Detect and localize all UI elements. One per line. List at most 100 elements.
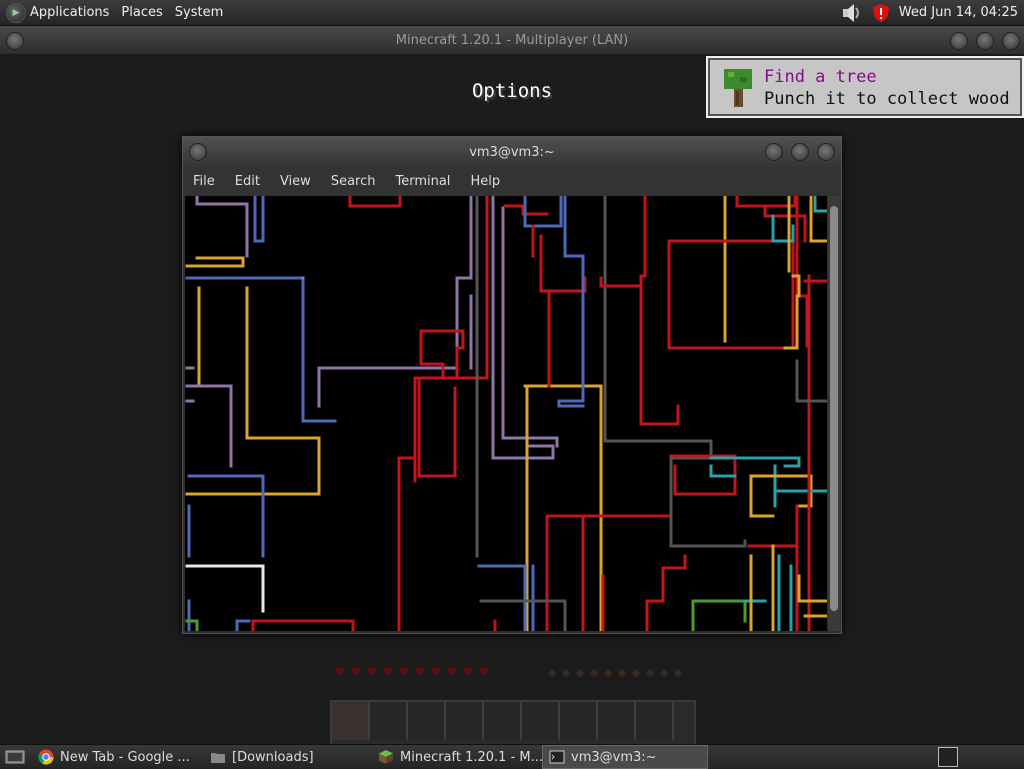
pipe-segment: [195, 196, 249, 243]
folder-icon: [211, 753, 225, 763]
pipe-segment: [235, 619, 251, 631]
terminal-scroll-thumb[interactable]: [830, 206, 838, 611]
window-menu-icon[interactable]: [6, 32, 24, 50]
system-tray: Wed Jun 14, 04:25: [841, 3, 1024, 23]
pipe-segment: [397, 456, 417, 631]
terminal-minimize-button[interactable]: [765, 143, 783, 161]
terminal-menu-search[interactable]: Search: [321, 174, 386, 189]
terminal-window-menu-icon[interactable]: [189, 143, 207, 161]
pipe-segment: [599, 276, 643, 288]
pipe-segment: [763, 204, 807, 243]
hunger-icon: ◆: [618, 666, 627, 679]
clock[interactable]: Wed Jun 14, 04:25: [899, 5, 1018, 20]
pipe-segment: [185, 564, 265, 613]
hotbar-slot[interactable]: [636, 702, 674, 740]
terminal-menu-edit[interactable]: Edit: [225, 174, 270, 189]
heart-icon: ♥: [398, 665, 409, 679]
taskbar-item-label: New Tab - Google ...: [60, 749, 190, 765]
pipe-segment: [523, 196, 563, 228]
terminal-menubar: File Edit View Search Terminal Help: [183, 167, 841, 196]
pipe-segment: [709, 464, 737, 478]
maximize-button[interactable]: [976, 32, 994, 50]
terminal-menu-terminal[interactable]: Terminal: [385, 174, 460, 189]
pipe-segment: [667, 239, 795, 350]
hotbar-slot[interactable]: [598, 702, 636, 740]
pipe-segment: [709, 456, 801, 468]
terminal-menu-file[interactable]: File: [183, 174, 225, 189]
hotbar-slot[interactable]: [332, 702, 370, 740]
hotbar-slot[interactable]: [560, 702, 598, 740]
terminal-screen[interactable]: [185, 196, 827, 631]
toast-subtitle: Punch it to collect wood: [764, 89, 1010, 109]
pipe-segment: [797, 574, 827, 603]
taskbar-item-label: vm3@vm3:~: [571, 749, 657, 765]
hunger-icon: ◆: [562, 666, 571, 679]
hunger-icon: ◆: [548, 666, 557, 679]
hunger-icon: ◆: [632, 666, 641, 679]
minecraft-window-title: Minecraft 1.20.1 - Multiplayer (LAN): [395, 32, 629, 48]
menu-applications[interactable]: Applications: [26, 5, 115, 20]
taskbar-item-label: Minecraft 1.20.1 - M...: [400, 749, 542, 765]
hunger-icon: ◆: [576, 666, 585, 679]
pipe-segment: [251, 619, 355, 631]
terminal-icon: [549, 750, 565, 764]
terminal-maximize-button[interactable]: [791, 143, 809, 161]
terminal-window[interactable]: vm3@vm3:~ File Edit View Search Terminal…: [182, 136, 842, 634]
taskbar-item-terminal[interactable]: vm3@vm3:~: [542, 745, 708, 769]
terminal-menu-help[interactable]: Help: [460, 174, 510, 189]
heart-icon: ♥: [414, 665, 425, 679]
close-button[interactable]: [1002, 32, 1020, 50]
hotbar-slot[interactable]: [522, 702, 560, 740]
heart-icon: ♥: [430, 665, 441, 679]
pipe-segment: [795, 359, 827, 403]
pipe-segment: [639, 196, 680, 426]
pipe-segment: [185, 276, 337, 423]
hunger-icon: ◆: [590, 666, 599, 679]
taskbar-item-chrome[interactable]: New Tab - Google ...: [32, 746, 204, 768]
hotbar-slot[interactable]: [408, 702, 446, 740]
hotbar[interactable]: [330, 700, 696, 746]
workspace-switcher-button[interactable]: [938, 747, 958, 767]
pipe-segment: [749, 474, 775, 518]
terminal-scrollbar[interactable]: [828, 196, 840, 631]
minimize-button[interactable]: [950, 32, 968, 50]
pipe-segment: [539, 234, 587, 293]
pipe-segment: [645, 554, 687, 631]
volume-icon[interactable]: [841, 3, 863, 23]
minecraft-titlebar[interactable]: Minecraft 1.20.1 - Multiplayer (LAN): [0, 26, 1024, 54]
show-desktop-icon[interactable]: [4, 747, 26, 767]
taskbar-item-minecraft[interactable]: Minecraft 1.20.1 - M...: [372, 746, 542, 768]
toast-title: Find a tree: [764, 67, 877, 87]
pipe-segment: [187, 474, 265, 558]
hotbar-slot[interactable]: [484, 702, 522, 740]
menu-system[interactable]: System: [169, 5, 229, 20]
pipe-segment: [813, 196, 827, 213]
tree-icon: [724, 69, 752, 107]
top-menu: Applications Places System: [26, 0, 229, 25]
pipe-segment: [477, 564, 527, 631]
heart-icon: ♥: [478, 665, 489, 679]
bottom-taskbar: New Tab - Google ... [Downloads] Minecra…: [0, 744, 1024, 769]
top-panel: ▶ Applications Places System Wed Jun 14,…: [0, 0, 1024, 26]
hunger-icon: ◆: [646, 666, 655, 679]
taskbar-item-label: [Downloads]: [232, 749, 314, 765]
taskbar-item-downloads[interactable]: [Downloads]: [204, 746, 372, 768]
terminal-titlebar[interactable]: vm3@vm3:~: [183, 137, 841, 167]
chrome-icon: [38, 749, 54, 765]
heart-icon: ♥: [446, 665, 457, 679]
pipe-segment: [809, 196, 827, 243]
update-shield-icon[interactable]: [871, 3, 891, 23]
hunger-icon: ◆: [604, 666, 613, 679]
pipe-segment: [783, 294, 799, 350]
hunger-icon: ◆: [674, 666, 683, 679]
terminal-title: vm3@vm3:~: [469, 144, 555, 160]
menu-places[interactable]: Places: [115, 5, 168, 20]
terminal-close-button[interactable]: [817, 143, 835, 161]
pipe-segment: [185, 256, 245, 268]
applications-logo-icon[interactable]: ▶: [6, 2, 26, 23]
hotbar-slot[interactable]: [370, 702, 408, 740]
hotbar-slot[interactable]: [446, 702, 484, 740]
pipe-segment: [253, 196, 265, 243]
terminal-menu-view[interactable]: View: [270, 174, 321, 189]
advancement-toast: Find a tree Punch it to collect wood: [706, 56, 1024, 118]
